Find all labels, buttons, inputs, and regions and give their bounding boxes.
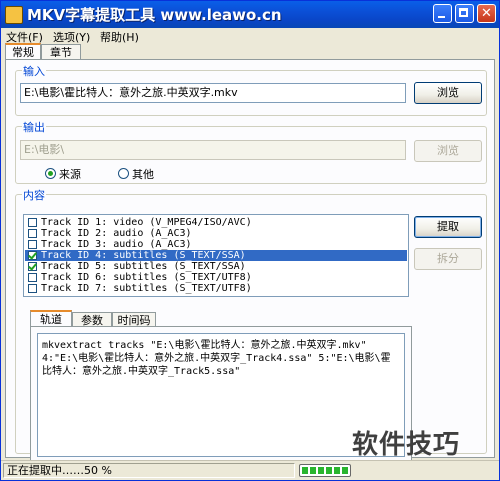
maximize-button[interactable] xyxy=(455,4,474,23)
menu-options[interactable]: 选项(Y) xyxy=(53,29,90,45)
menu-bar: 文件(F) 选项(Y) 帮助(H) xyxy=(1,28,499,44)
status-bar: 正在提取中……50 % xyxy=(1,460,499,480)
track-checkbox[interactable] xyxy=(28,251,37,260)
input-path-field[interactable]: E:\电影\霍比特人：意外之旅.中英双字.mkv xyxy=(20,83,406,103)
maximize-icon xyxy=(459,8,468,17)
track-list[interactable]: Track ID 1: video (V_MPEG4/ISO/AVC) Trac… xyxy=(23,214,409,297)
track-checkbox[interactable] xyxy=(28,262,37,271)
app-window: MKV字幕提取工具 www.leawo.cn ✕ 文件(F) 选项(Y) 帮助(… xyxy=(0,0,500,481)
radio-source-label[interactable]: 来源 xyxy=(59,166,81,182)
tab-timecodes[interactable]: 时间码 xyxy=(112,312,156,327)
track-row[interactable]: Track ID 5: subtitles (S_TEXT/SSA) xyxy=(25,261,407,272)
track-checkbox[interactable] xyxy=(28,284,37,293)
output-browse-button[interactable]: 浏览 xyxy=(414,140,482,162)
radio-other[interactable] xyxy=(118,168,129,179)
tab-tracks[interactable]: 轨道 xyxy=(30,310,72,327)
minimize-button[interactable] xyxy=(433,4,452,23)
split-button[interactable]: 拆分 xyxy=(414,248,482,270)
output-group-label: 输出 xyxy=(22,119,46,135)
track-row[interactable]: Track ID 2: audio (A_AC3) xyxy=(25,228,407,239)
menu-help[interactable]: 帮助(H) xyxy=(100,29,139,45)
track-row[interactable]: Track ID 3: audio (A_AC3) xyxy=(25,239,407,250)
minimize-icon xyxy=(438,16,445,18)
tab-params[interactable]: 参数 xyxy=(72,312,112,327)
progress-bar xyxy=(299,464,351,477)
content-group-label: 内容 xyxy=(22,187,46,203)
command-text[interactable]: mkvextract tracks "E:\电影\霍比特人：意外之旅.中英双字.… xyxy=(37,333,405,457)
track-checkbox[interactable] xyxy=(28,218,37,227)
close-icon: ✕ xyxy=(481,6,492,21)
close-button[interactable]: ✕ xyxy=(477,4,496,23)
track-checkbox[interactable] xyxy=(28,229,37,238)
status-text: 正在提取中……50 % xyxy=(3,463,295,478)
extract-button[interactable]: 提取 xyxy=(414,216,482,238)
input-browse-button[interactable]: 浏览 xyxy=(414,82,482,104)
tab-chapters[interactable]: 章节 xyxy=(41,44,81,59)
radio-other-label[interactable]: 其他 xyxy=(132,166,154,182)
track-row[interactable]: Track ID 7: subtitles (S_TEXT/UTF8) xyxy=(25,283,407,294)
track-checkbox[interactable] xyxy=(28,273,37,282)
track-row[interactable]: Track ID 1: video (V_MPEG4/ISO/AVC) xyxy=(25,217,407,228)
general-panel: 输入 E:\电影\霍比特人：意外之旅.中英双字.mkv 浏览 输出 E:\电影\… xyxy=(5,59,495,464)
tab-general[interactable]: 常规 xyxy=(5,43,41,60)
app-icon xyxy=(5,6,23,24)
progress-fill xyxy=(302,467,348,474)
input-group-label: 输入 xyxy=(22,63,46,79)
output-path-field[interactable]: E:\电影\ xyxy=(20,140,406,160)
window-title: MKV字幕提取工具 www.leawo.cn xyxy=(27,6,282,24)
watermark-text: 软件技巧 xyxy=(352,430,461,460)
radio-source[interactable] xyxy=(45,168,56,179)
title-bar[interactable]: MKV字幕提取工具 www.leawo.cn ✕ xyxy=(1,1,499,28)
track-checkbox[interactable] xyxy=(28,240,37,249)
track-row[interactable]: Track ID 6: subtitles (S_TEXT/UTF8) xyxy=(25,272,407,283)
track-row[interactable]: Track ID 4: subtitles (S_TEXT/SSA) xyxy=(25,250,407,261)
